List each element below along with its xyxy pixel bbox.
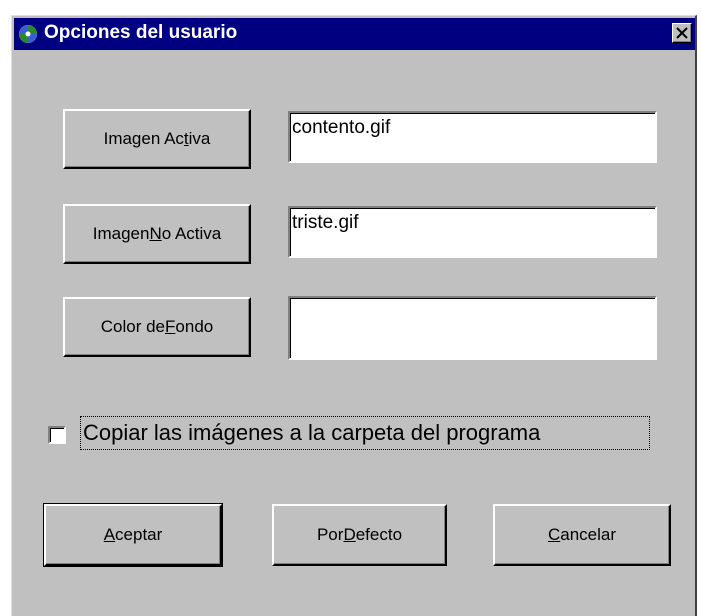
close-icon	[676, 27, 688, 39]
accept-button[interactable]: Aceptar	[43, 503, 223, 567]
active-image-button[interactable]: Imagen Ac t iva	[63, 109, 251, 169]
cancel-label-post: ancelar	[560, 525, 617, 544]
background-color-label-post: ondo	[175, 317, 214, 336]
accept-label-accel: A	[103, 525, 116, 544]
copy-images-checkbox[interactable]	[48, 426, 66, 444]
background-color-field[interactable]	[288, 296, 657, 360]
inactive-image-label-accel: N	[149, 224, 162, 243]
copy-images-label[interactable]: Copiar las imágenes a la carpeta del pro…	[80, 416, 650, 450]
background-color-label-pre: Color de	[100, 317, 166, 336]
cancel-button[interactable]: Cancelar	[493, 504, 671, 566]
inactive-image-label-post: o Activa	[161, 224, 222, 243]
inactive-image-button[interactable]: Imagen No Activa	[63, 204, 251, 264]
inactive-image-label-pre: Imagen	[92, 224, 150, 243]
default-button[interactable]: Por Defecto	[272, 504, 447, 566]
inactive-image-field[interactable]: triste.gif	[288, 206, 657, 258]
title-bar[interactable]: Opciones del usuario	[14, 18, 695, 50]
active-image-label-post: iva	[188, 129, 211, 148]
default-label-accel: D	[343, 525, 356, 544]
app-icon	[19, 25, 37, 43]
background-color-label-accel: F	[165, 317, 176, 336]
default-label-pre: Por	[316, 525, 344, 544]
window-title: Opciones del usuario	[44, 22, 238, 43]
cancel-label-accel: C	[547, 525, 561, 544]
background-color-button[interactable]: Color de Fondo	[63, 297, 251, 357]
close-button[interactable]	[672, 23, 692, 43]
accept-label-post: ceptar	[115, 525, 163, 544]
default-label-post: efecto	[355, 525, 403, 544]
active-image-field[interactable]: contento.gif	[288, 111, 657, 163]
active-image-label-pre: Imagen Ac	[103, 129, 184, 148]
